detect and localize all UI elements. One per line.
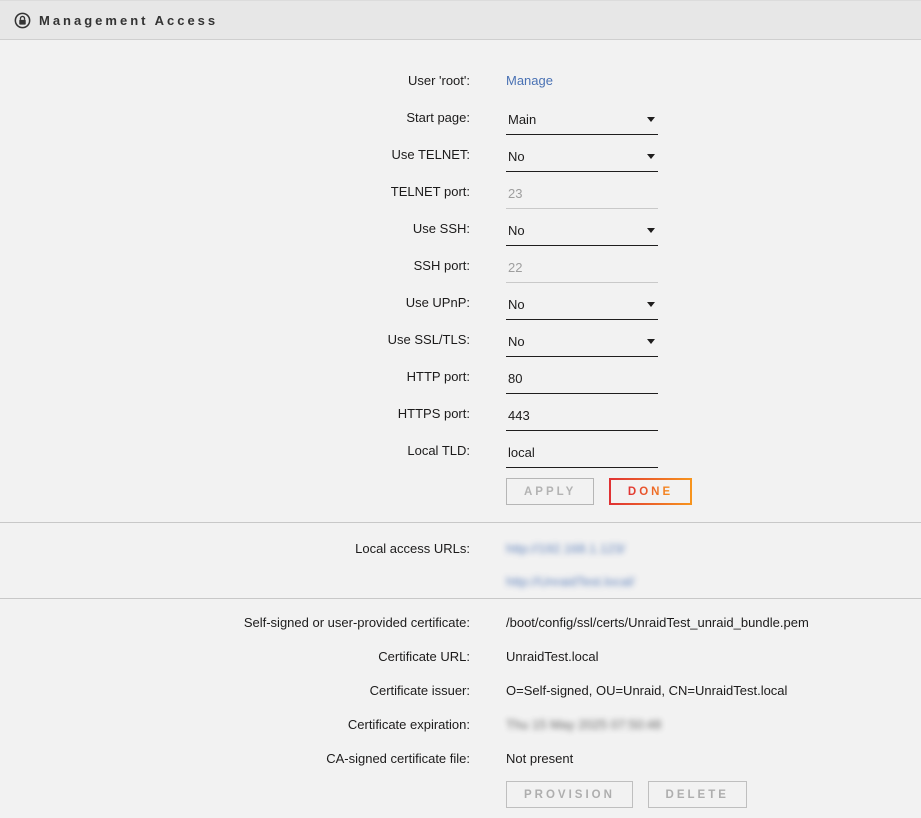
form-row-use-upnp: Use UPnP: No	[0, 283, 921, 320]
certificate-section: Self-signed or user-provided certificate…	[0, 598, 921, 818]
local-access-row-2: http://UnraidTest.local/	[0, 565, 921, 598]
telnet-port-input: 23	[506, 186, 658, 209]
use-ssh-label: Use SSH:	[0, 221, 470, 246]
use-ssh-select[interactable]: No	[506, 223, 658, 246]
cert-bundle-label: Self-signed or user-provided certificate…	[0, 615, 470, 630]
cert-row-expiration: Certificate expiration: Thu 15 May 2025 …	[0, 707, 921, 741]
local-access-row-1: Local access URLs: http://192.168.1.123/	[0, 532, 921, 565]
form-row-use-telnet: Use TELNET: No	[0, 135, 921, 172]
https-port-input[interactable]: 443	[506, 408, 658, 431]
http-port-label: HTTP port:	[0, 369, 470, 394]
chevron-down-icon	[647, 117, 655, 122]
form-row-https-port: HTTPS port: 443	[0, 394, 921, 431]
chevron-down-icon	[647, 154, 655, 159]
start-page-select[interactable]: Main	[506, 112, 658, 135]
local-tld-input[interactable]: local	[506, 445, 658, 468]
form-row-http-port: HTTP port: 80	[0, 357, 921, 394]
form-row-use-ssh: Use SSH: No	[0, 209, 921, 246]
form-row-user-root: User 'root': Manage	[0, 61, 921, 98]
cert-issuer-label: Certificate issuer:	[0, 683, 470, 698]
cert-expiration-value: Thu 15 May 2025 07:50:48	[506, 717, 661, 732]
cert-expiration-label: Certificate expiration:	[0, 717, 470, 732]
certificate-buttons-row: PROVISION DELETE	[0, 781, 921, 808]
chevron-down-icon	[647, 228, 655, 233]
done-button[interactable]: DONE	[609, 478, 692, 505]
chevron-down-icon	[647, 302, 655, 307]
cert-issuer-value: O=Self-signed, OU=Unraid, CN=UnraidTest.…	[506, 683, 921, 698]
delete-button[interactable]: DELETE	[648, 781, 747, 808]
http-port-input[interactable]: 80	[506, 371, 658, 394]
local-tld-label: Local TLD:	[0, 443, 470, 468]
chevron-down-icon	[647, 339, 655, 344]
local-access-section: Local access URLs: http://192.168.1.123/…	[0, 522, 921, 598]
telnet-port-label: TELNET port:	[0, 184, 470, 209]
use-upnp-label: Use UPnP:	[0, 295, 470, 320]
start-page-label: Start page:	[0, 110, 470, 135]
https-port-label: HTTPS port:	[0, 406, 470, 431]
user-root-label: User 'root':	[0, 73, 470, 98]
management-access-form: User 'root': Manage Start page: Main Use…	[0, 40, 921, 505]
use-ssl-select[interactable]: No	[506, 334, 658, 357]
form-row-local-tld: Local TLD: local	[0, 431, 921, 468]
apply-button[interactable]: APPLY	[506, 478, 594, 505]
cert-row-ca-file: CA-signed certificate file: Not present	[0, 741, 921, 775]
form-row-ssh-port: SSH port: 22	[0, 246, 921, 283]
form-buttons-row: APPLY DONE	[0, 478, 921, 505]
ssh-port-label: SSH port:	[0, 258, 470, 283]
page-title: Management Access	[39, 13, 218, 28]
cert-bundle-value: /boot/config/ssl/certs/UnraidTest_unraid…	[506, 615, 921, 630]
provision-button[interactable]: PROVISION	[506, 781, 633, 808]
cert-url-value: UnraidTest.local	[506, 649, 921, 664]
cert-row-bundle: Self-signed or user-provided certificate…	[0, 605, 921, 639]
use-ssl-label: Use SSL/TLS:	[0, 332, 470, 357]
form-row-telnet-port: TELNET port: 23	[0, 172, 921, 209]
manage-link[interactable]: Manage	[506, 73, 553, 98]
ca-file-label: CA-signed certificate file:	[0, 751, 470, 766]
local-access-label: Local access URLs:	[0, 541, 470, 556]
ssh-port-input: 22	[506, 260, 658, 283]
form-row-use-ssl: Use SSL/TLS: No	[0, 320, 921, 357]
lock-circle-icon	[14, 12, 31, 29]
use-upnp-select[interactable]: No	[506, 297, 658, 320]
cert-row-url: Certificate URL: UnraidTest.local	[0, 639, 921, 673]
ca-file-value: Not present	[506, 751, 921, 766]
local-access-url-2[interactable]: http://UnraidTest.local/	[506, 574, 635, 589]
use-telnet-select[interactable]: No	[506, 149, 658, 172]
use-telnet-label: Use TELNET:	[0, 147, 470, 172]
form-row-start-page: Start page: Main	[0, 98, 921, 135]
local-access-url-1[interactable]: http://192.168.1.123/	[506, 541, 625, 556]
cert-row-issuer: Certificate issuer: O=Self-signed, OU=Un…	[0, 673, 921, 707]
page-header: Management Access	[0, 0, 921, 40]
cert-url-label: Certificate URL:	[0, 649, 470, 664]
